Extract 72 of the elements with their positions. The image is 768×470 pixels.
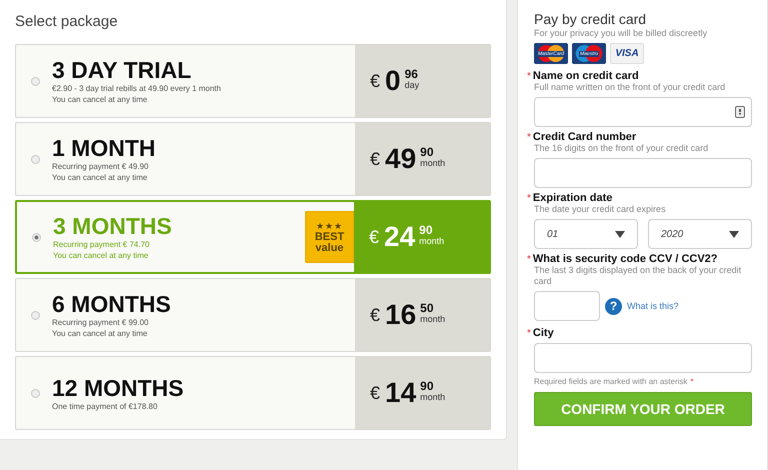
field-label: What is security code CCV / CCV2? <box>532 253 718 265</box>
package-detail: Recurring payment € 99.00 <box>52 317 148 328</box>
package-name: 3 MONTHS <box>53 213 172 239</box>
price-cents: 90 <box>419 224 433 236</box>
field-hint: The 16 digits on the front of your credit card <box>534 143 710 154</box>
required-asterisk: * <box>527 254 531 265</box>
price-cents: 96 <box>404 68 418 80</box>
field-hint: The last 3 digits displayed on the back of your credit card <box>534 265 742 287</box>
package-detail: You can cancel at any time <box>52 94 148 105</box>
package-detail: You can cancel at any time <box>52 328 148 339</box>
package-detail: One time payment of €178.80 <box>52 400 158 412</box>
radio-button[interactable] <box>31 154 40 164</box>
field-label: Credit Card number <box>532 131 636 143</box>
price-period: month <box>420 314 446 324</box>
package-detail: Recurring payment € 49.90 <box>52 161 148 172</box>
required-asterisk: * <box>690 377 694 386</box>
field-label: Name on credit card <box>532 70 639 82</box>
radio-button[interactable] <box>32 232 41 242</box>
package-name: 3 DAY TRIAL <box>52 57 192 83</box>
required-asterisk: * <box>527 328 531 339</box>
field-hint: The date your credit card expires <box>534 204 667 215</box>
package-name: 6 MONTHS <box>52 291 171 317</box>
package-detail: Recurring payment € 74.70 <box>53 239 150 250</box>
panel-subtitle: For your privacy you will be billed discreetly <box>534 28 708 38</box>
price-cents: 90 <box>420 380 434 392</box>
caret-icon <box>729 230 739 238</box>
badge-stars: ★★★ <box>316 220 343 232</box>
card-logo: VISA <box>610 43 644 64</box>
help-link[interactable]: What is this? <box>627 301 679 311</box>
dropdown[interactable]: 2020 <box>648 219 752 249</box>
input-field[interactable] <box>534 291 600 321</box>
radio-button[interactable] <box>31 76 40 86</box>
price-whole: 49 <box>385 143 416 175</box>
package-detail: You can cancel at any time <box>52 172 148 183</box>
panel-title: Select package <box>15 13 119 30</box>
price-period: day <box>404 80 420 90</box>
badge-text: BEST value <box>314 232 346 254</box>
price-whole: 16 <box>385 299 416 331</box>
field-label: Expiration date <box>532 192 612 204</box>
currency-symbol: € <box>370 148 380 170</box>
required-asterisk: * <box>527 132 531 143</box>
required-asterisk: * <box>527 71 531 82</box>
package-detail: You can cancel at any time <box>53 250 148 261</box>
currency-symbol: € <box>370 304 380 326</box>
package-detail: €2.90 - 3 day trial rebills at 49.90 every 1 month <box>52 83 221 94</box>
price-period: month <box>420 392 446 402</box>
price-cents: 90 <box>420 146 434 158</box>
price-period: month <box>419 236 444 246</box>
price-whole: 14 <box>385 377 416 409</box>
input-field[interactable] <box>534 97 752 127</box>
currency-symbol: € <box>370 382 380 404</box>
price-cents: 50 <box>420 302 434 314</box>
price-period: month <box>420 158 446 168</box>
currency-symbol: € <box>369 226 380 248</box>
help-icon[interactable]: ? <box>605 298 622 314</box>
required-asterisk: * <box>527 193 531 204</box>
package-name: 1 MONTH <box>52 135 156 161</box>
radio-button[interactable] <box>31 310 40 320</box>
package-name: 12 MONTHS <box>52 374 184 400</box>
currency-symbol: € <box>370 70 380 92</box>
contact-card-icon[interactable] <box>735 106 745 118</box>
input-field[interactable] <box>534 343 752 373</box>
price-whole: 0 <box>385 65 401 97</box>
panel-title: Pay by credit card <box>534 11 648 28</box>
caret-icon <box>615 230 625 238</box>
radio-button[interactable] <box>31 388 40 398</box>
field-hint: Full name written on the front of your credit card <box>534 82 726 93</box>
dropdown[interactable]: 01 <box>534 219 638 249</box>
required-note: Required fields are marked with an asterisk <box>534 377 688 386</box>
field-label: City <box>532 327 554 339</box>
price-whole: 24 <box>384 221 416 253</box>
input-field[interactable] <box>534 158 752 188</box>
